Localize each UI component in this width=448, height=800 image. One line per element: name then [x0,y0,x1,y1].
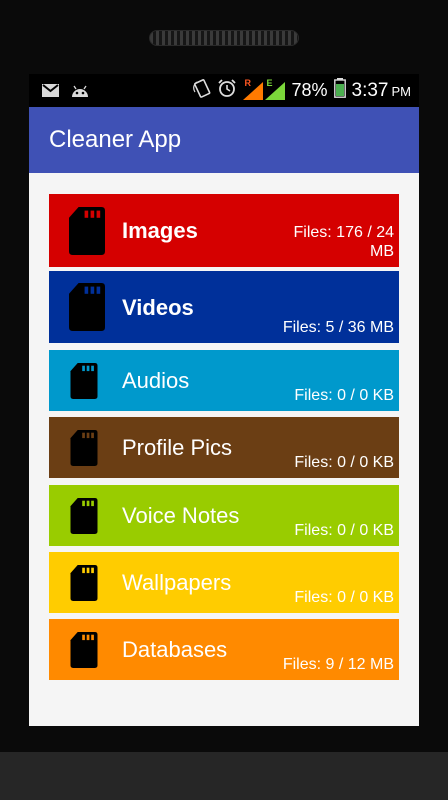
sd-card-icon [69,430,99,471]
category-label: Profile Pics [122,435,233,460]
phone-frame: R E 78% 3:37 PM Cleaner App Images Files:… [0,0,448,800]
sd-card-icon [69,565,99,606]
clock: 3:37 PM [351,79,411,101]
file-info: Files: 9 / 12 MB [282,656,394,673]
app-title: Cleaner App [49,126,182,153]
app-bar: Cleaner App [29,107,419,173]
battery-icon [333,78,346,103]
category-label: Wallpapers [122,570,232,595]
file-info: Files: 176 / 24 MB [293,224,395,260]
category-label: Images [122,218,198,243]
screen: R E 78% 3:37 PM Cleaner App Images Files:… [29,74,419,726]
sd-card-icon [69,283,105,336]
android-icon [70,74,90,107]
sd-card-icon [69,498,99,539]
category-label: Voice Notes [122,503,240,528]
category-row-audios[interactable]: Audios Files: 0 / 0 KB [49,350,399,411]
category-label: Audios [122,368,190,393]
file-info: Files: 0 / 0 KB [294,522,394,539]
category-row-profile-pics[interactable]: Profile Pics Files: 0 / 0 KB [49,417,399,478]
category-row-images[interactable]: Images Files: 176 / 24 MB [49,194,399,267]
battery-percent: 78% [291,80,328,100]
gmail-icon [42,74,59,107]
alarm-icon [217,78,237,103]
speaker-grille [149,30,299,46]
category-row-databases[interactable]: Databases Files: 9 / 12 MB [49,619,399,680]
category-label: Databases [122,637,228,662]
file-info: Files: 0 / 0 KB [294,589,394,606]
category-row-wallpapers[interactable]: Wallpapers Files: 0 / 0 KB [49,552,399,613]
sd-card-icon [69,632,99,673]
file-info: Files: 0 / 0 KB [294,387,394,404]
category-row-voice-notes[interactable]: Voice Notes Files: 0 / 0 KB [49,485,399,546]
sd-card-icon [69,363,99,404]
signal-icon: R E [243,78,286,100]
category-row-videos[interactable]: Videos Files: 5 / 36 MB [49,271,399,343]
status-bar-right: R E 78% 3:37 PM [193,74,411,107]
file-info: Files: 0 / 0 KB [294,454,394,471]
sd-card-icon [69,207,105,260]
category-label: Videos [122,295,194,320]
status-bar: R E 78% 3:37 PM [29,74,419,107]
phone-bottom-bezel [0,752,448,800]
file-info: Files: 5 / 36 MB [282,319,394,336]
rotate-icon [193,78,211,103]
